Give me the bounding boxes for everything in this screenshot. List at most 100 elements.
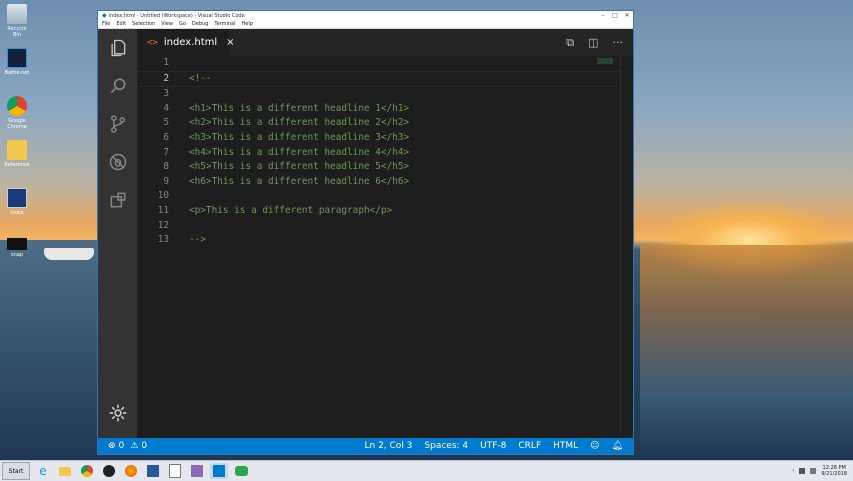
desktop-icon-snap[interactable]: snap xyxy=(4,238,30,258)
manage-button[interactable] xyxy=(98,394,137,432)
code-line: 7 <h4>This is a different headline 4</h4> xyxy=(163,146,410,158)
html-file-icon: <> xyxy=(147,37,158,48)
volume-icon[interactable] xyxy=(810,468,817,474)
taskbar-explorer[interactable] xyxy=(56,463,74,479)
menu-go[interactable]: Go xyxy=(179,21,186,27)
close-window-button[interactable]: ✕ xyxy=(621,11,633,20)
search-button[interactable] xyxy=(98,67,137,105)
recycle-bin-icon xyxy=(7,4,27,24)
minimize-button[interactable]: – xyxy=(597,11,609,20)
internet-explorer-icon: e xyxy=(39,464,47,478)
minimap[interactable] xyxy=(597,58,613,64)
line-ending[interactable]: CRLF xyxy=(518,441,541,451)
search-icon xyxy=(110,78,125,94)
vertical-scrollbar[interactable] xyxy=(620,56,633,438)
feedback-smiley-icon[interactable]: ☺ xyxy=(590,441,599,451)
menu-edit[interactable]: Edit xyxy=(116,21,126,27)
desktop-icon-reference[interactable]: Reference xyxy=(4,140,30,168)
chrome-icon xyxy=(7,96,27,116)
maximize-button[interactable]: □ xyxy=(609,11,621,20)
code-line: 1 xyxy=(163,57,169,68)
battlenet-icon xyxy=(7,48,27,68)
problems-indicator[interactable]: ⊗ 0 ⚠ 0 xyxy=(98,441,147,451)
taskbar-chrome[interactable] xyxy=(78,463,96,479)
window-title: index.html - Untitled (Workspace) - Visu… xyxy=(108,12,245,19)
menu-view[interactable]: View xyxy=(161,21,173,27)
taskbar: Start e ‹ 12:28 PM 9/21/2018 xyxy=(0,460,853,481)
folder-icon xyxy=(59,466,71,476)
system-tray: ‹ 12:28 PM 9/21/2018 xyxy=(792,465,853,477)
clock-date: 9/21/2018 xyxy=(821,471,847,477)
app-icon xyxy=(147,465,159,477)
menu-help[interactable]: Help xyxy=(242,21,253,27)
water-left xyxy=(0,240,100,460)
desktop-icon-index[interactable]: index xyxy=(4,188,30,216)
tray-arrow-icon[interactable]: ‹ xyxy=(792,468,794,474)
taskbar-ie[interactable]: e xyxy=(34,463,52,479)
firefox-icon xyxy=(125,465,137,477)
vscode-window: ◆ index.html - Untitled (Workspace) - Vi… xyxy=(97,10,634,455)
code-line: 9 <h6>This is a different headline 6</h6> xyxy=(163,175,410,187)
cursor-position[interactable]: Ln 2, Col 3 xyxy=(365,441,413,451)
code-line: 3 xyxy=(163,88,169,100)
activity-bar xyxy=(98,29,137,438)
split-editor-icon[interactable]: ◫ xyxy=(588,36,598,49)
source-control-button[interactable] xyxy=(98,105,137,143)
code-line: 11 <p>This is a different paragraph</p> xyxy=(157,204,393,216)
tab-bar: <> index.html × ⧉ ◫ ··· xyxy=(137,29,633,56)
code-line: 4 <h1>This is a different headline 1</h1> xyxy=(163,102,410,114)
editor-area: <> index.html × ⧉ ◫ ··· 1 2 <!-- 3 4 <h1>T… xyxy=(137,29,633,438)
menu-file[interactable]: File xyxy=(102,21,110,27)
notifications-bell-icon[interactable]: 🔔︎ xyxy=(612,441,623,451)
error-count: 0 xyxy=(118,441,125,451)
vscode-icon xyxy=(213,465,225,477)
taskbar-notes[interactable] xyxy=(166,463,184,479)
folder-icon xyxy=(7,140,27,160)
warning-icon: ⚠ xyxy=(130,441,139,451)
menu-terminal[interactable]: Terminal xyxy=(214,21,235,27)
taskbar-firefox[interactable] xyxy=(122,463,140,479)
water-reflection xyxy=(640,245,853,460)
source-control-icon xyxy=(110,115,125,133)
clock[interactable]: 12:28 PM 9/21/2018 xyxy=(821,465,847,477)
notes-icon xyxy=(169,464,181,478)
indentation[interactable]: Spaces: 4 xyxy=(424,441,468,451)
code-line: 13 --> xyxy=(157,234,206,246)
status-bar: ⊗ 0 ⚠ 0 Ln 2, Col 3 Spaces: 4 UTF-8 CRLF… xyxy=(98,438,633,454)
tools-icon xyxy=(191,465,203,477)
language-mode[interactable]: HTML xyxy=(553,441,578,451)
code-line: 5 <h2>This is a different headline 2</h2> xyxy=(163,117,410,129)
open-changes-icon[interactable]: ⧉ xyxy=(566,36,574,50)
code-line: 8 <h5>This is a different headline 5</h5> xyxy=(163,161,410,173)
code-line: 10 xyxy=(157,190,169,202)
more-actions-icon[interactable]: ··· xyxy=(613,36,624,49)
files-icon xyxy=(111,39,125,57)
taskbar-obs[interactable] xyxy=(100,463,118,479)
extensions-icon xyxy=(110,192,125,208)
file-icon xyxy=(7,188,27,208)
taskbar-tools[interactable] xyxy=(188,463,206,479)
desktop-icon-battlenet[interactable]: Battle.net xyxy=(4,48,30,76)
desktop-icon-recycle-bin[interactable]: Recycle Bin xyxy=(4,4,30,38)
start-button[interactable]: Start xyxy=(2,462,30,480)
error-icon: ⊗ xyxy=(108,441,116,451)
taskbar-vscode[interactable] xyxy=(210,463,228,479)
code-editor[interactable]: 1 2 <!-- 3 4 <h1>This is a different headl… xyxy=(137,56,621,438)
green-app-icon xyxy=(234,466,248,476)
taskbar-app[interactable] xyxy=(144,463,162,479)
network-icon[interactable] xyxy=(799,468,806,474)
menu-selection[interactable]: Selection xyxy=(132,21,155,27)
tab-label: index.html xyxy=(163,37,218,48)
extensions-button[interactable] xyxy=(98,181,137,219)
encoding[interactable]: UTF-8 xyxy=(480,441,506,451)
warning-count: 0 xyxy=(141,441,148,451)
record-icon xyxy=(103,465,115,477)
tab-index-html[interactable]: <> index.html × xyxy=(137,29,235,56)
debug-button[interactable] xyxy=(98,143,137,181)
explorer-button[interactable] xyxy=(98,29,137,67)
menu-debug[interactable]: Debug xyxy=(192,21,208,27)
taskbar-app2[interactable] xyxy=(232,463,250,479)
desktop-icon-chrome[interactable]: Google Chrome xyxy=(4,96,30,130)
tab-close-button[interactable]: × xyxy=(226,37,234,48)
boat xyxy=(44,248,94,260)
